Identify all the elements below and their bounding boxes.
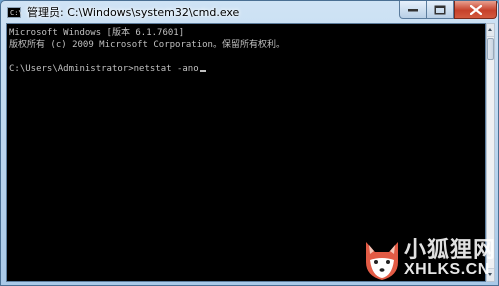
cmd-app-icon[interactable]: C:\ bbox=[7, 7, 23, 18]
window-title: 管理员: C:\Windows\system32\cmd.exe bbox=[27, 6, 240, 19]
minimize-button[interactable] bbox=[399, 1, 427, 19]
maximize-button[interactable] bbox=[427, 1, 454, 19]
watermark: 小狐狸网 XHLKS.CN bbox=[360, 230, 496, 284]
close-button[interactable] bbox=[454, 1, 497, 19]
watermark-name: 小狐狸网 bbox=[404, 238, 497, 263]
scroll-thumb[interactable] bbox=[487, 38, 494, 60]
maximize-icon bbox=[434, 5, 446, 14]
title-bar[interactable]: C:\ 管理员: C:\Windows\system32\cmd.exe bbox=[1, 1, 498, 23]
scroll-up-arrow-icon[interactable] bbox=[487, 24, 494, 37]
console-prompt-line[interactable]: C:\Users\Administrator>netstat -ano bbox=[9, 63, 206, 75]
console-command: C:\Users\Administrator>netstat -ano bbox=[9, 64, 199, 74]
console-line-version: Microsoft Windows [版本 6.1.7601] bbox=[9, 28, 185, 38]
minimize-icon bbox=[408, 8, 418, 11]
text-cursor bbox=[199, 70, 206, 72]
fox-logo-icon bbox=[366, 242, 398, 280]
console-line-copyright: 版权所有 (c) 2009 Microsoft Corporation。保留所有… bbox=[9, 40, 285, 50]
close-icon bbox=[469, 4, 482, 15]
watermark-url: XHLKS.CN bbox=[404, 261, 490, 278]
